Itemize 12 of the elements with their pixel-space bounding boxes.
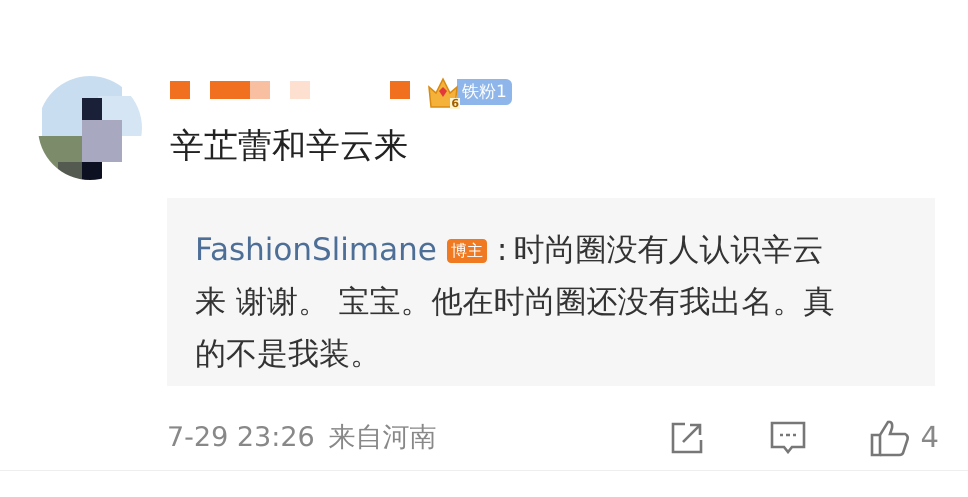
share-icon[interactable] (668, 420, 705, 456)
reply-text: FashionSlimane 博主 : 时尚圈没有人认识辛云来 谢谢。 宝宝。他在时尚圈还没有我出名。真的不是我装。 (195, 231, 836, 374)
comment-text: 辛芷蕾和辛云来 (170, 125, 409, 168)
location: 来自河南 (328, 420, 437, 454)
thumbs-up-icon (868, 418, 911, 458)
fan-level: 6 (450, 98, 460, 109)
reply-author[interactable]: FashionSlimane (195, 232, 437, 268)
comment-icon[interactable] (768, 418, 807, 457)
author-badge: 博主 (446, 239, 487, 263)
fan-badge-label: 铁粉1 (457, 79, 512, 105)
like-button[interactable]: 4 (868, 416, 939, 460)
timestamp: 7-29 23:26 (167, 420, 315, 454)
